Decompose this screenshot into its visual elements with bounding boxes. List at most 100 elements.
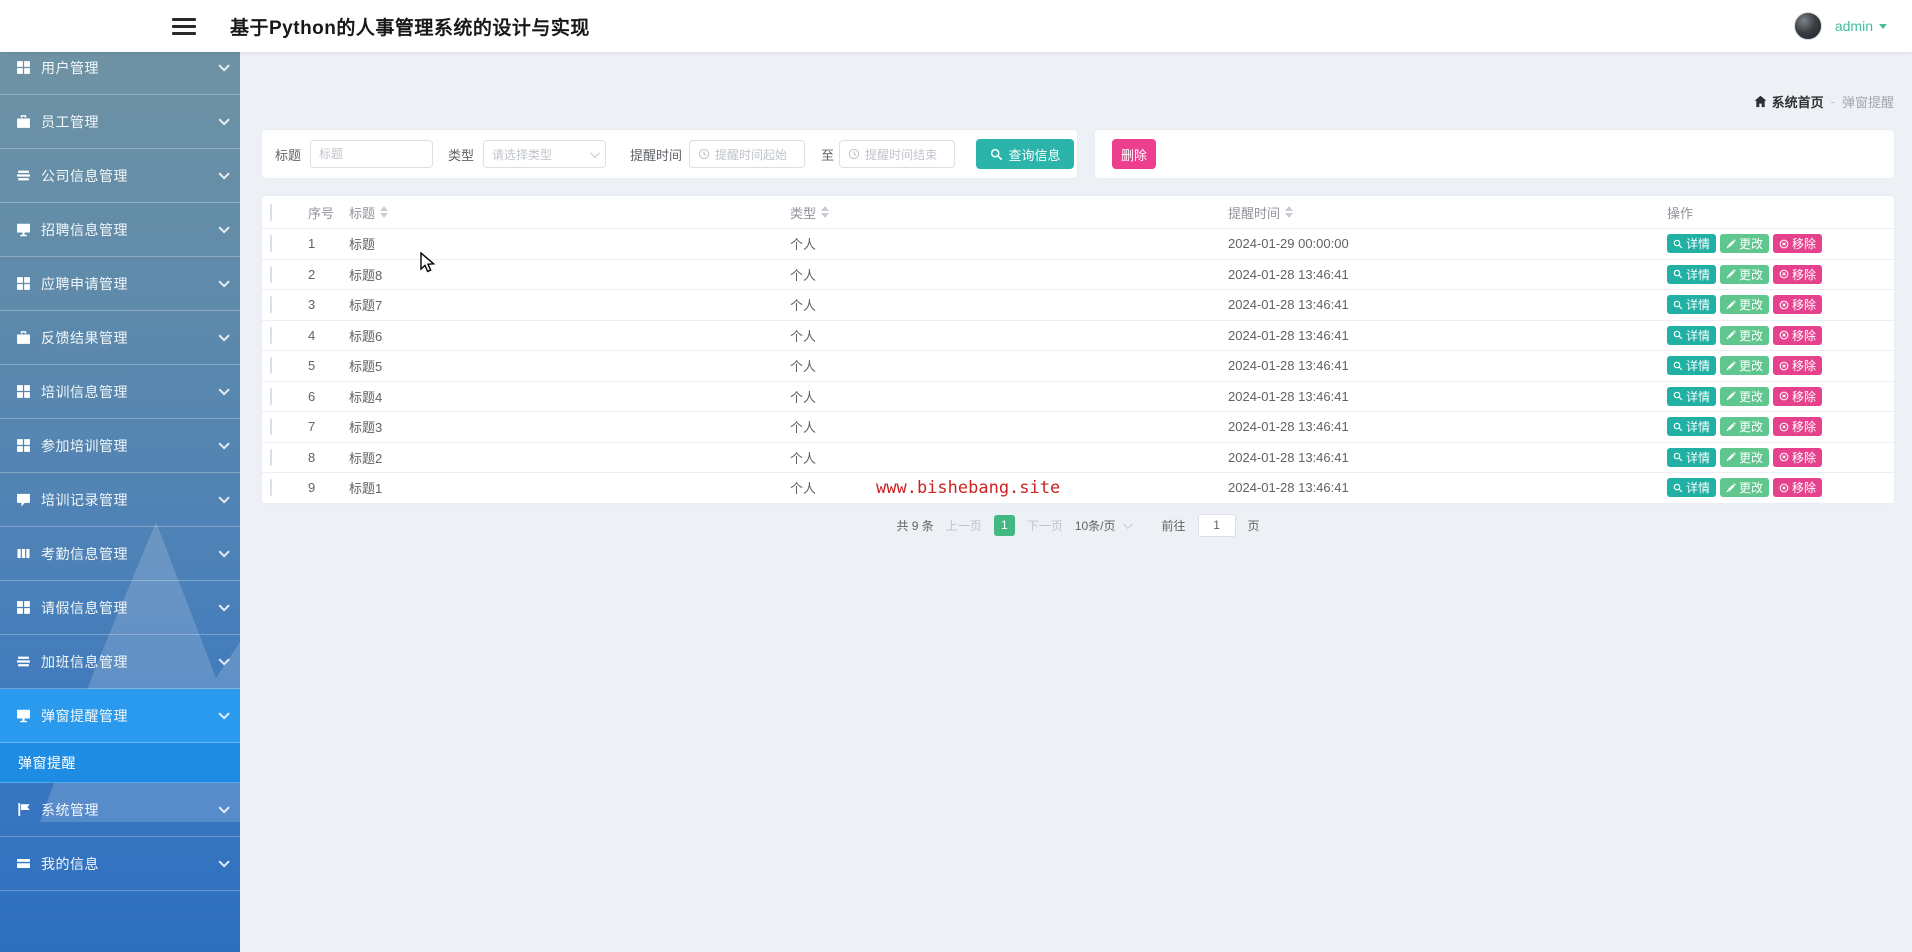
- remove-button[interactable]: 移除: [1773, 478, 1823, 498]
- detail-button[interactable]: 详情: [1667, 264, 1717, 284]
- remove-button[interactable]: 移除: [1773, 417, 1823, 437]
- sort-caret[interactable]: [380, 206, 389, 218]
- sidebar-item-popup-reminder-mgmt[interactable]: 弹窗提醒管理: [0, 689, 240, 743]
- pagination: 共 9 条 上一页 1 下一页 10条/页 前往 页: [262, 512, 1894, 538]
- list-icon: [16, 654, 31, 669]
- time-end-picker[interactable]: 提醒时间结束: [839, 140, 956, 168]
- chevron-down-icon: [218, 221, 230, 234]
- edit-button[interactable]: 更改: [1720, 264, 1770, 284]
- goto-page-input[interactable]: [1197, 513, 1236, 537]
- edit-button[interactable]: 更改: [1720, 478, 1770, 498]
- breadcrumb-home[interactable]: 系统首页: [1772, 92, 1824, 111]
- sidebar-item-feedback-mgmt[interactable]: 反馈结果管理: [0, 311, 240, 365]
- remove-button[interactable]: 移除: [1773, 234, 1823, 254]
- search-icon: [1673, 452, 1683, 462]
- current-page-button[interactable]: 1: [993, 514, 1015, 536]
- table-row: 8 标题2 个人 2024-01-28 13:46:41 详情 更改 移除: [262, 443, 1894, 473]
- sidebar-item-training-info[interactable]: 培训信息管理: [0, 365, 240, 419]
- row-checkbox[interactable]: [270, 235, 272, 253]
- page-size-select[interactable]: 10条/页: [1075, 517, 1133, 534]
- grid-icon: [16, 438, 31, 453]
- username-label[interactable]: admin: [1835, 18, 1873, 34]
- detail-button[interactable]: 详情: [1667, 325, 1717, 345]
- detail-button[interactable]: 详情: [1667, 295, 1717, 315]
- sidebar-item-my-info[interactable]: 我的信息: [0, 837, 240, 891]
- detail-button[interactable]: 详情: [1667, 417, 1717, 437]
- sidebar-subitem-popup-reminder[interactable]: 弹窗提醒: [0, 743, 240, 783]
- user-menu[interactable]: admin: [1793, 12, 1887, 40]
- detail-button[interactable]: 详情: [1667, 234, 1717, 254]
- sidebar-item-system-mgmt[interactable]: 系统管理: [0, 783, 240, 837]
- remove-button[interactable]: 移除: [1773, 447, 1823, 467]
- edit-button[interactable]: 更改: [1720, 386, 1770, 406]
- row-checkbox[interactable]: [270, 418, 272, 436]
- type-filter-select[interactable]: 请选择类型: [483, 140, 607, 168]
- title-filter-input-box[interactable]: [310, 140, 434, 168]
- edit-button[interactable]: 更改: [1720, 234, 1770, 254]
- sort-caret[interactable]: [1285, 206, 1294, 218]
- row-checkbox[interactable]: [270, 296, 272, 314]
- chevron-down-icon: [218, 113, 230, 126]
- pencil-icon: [1726, 361, 1736, 371]
- bulk-action-card: 删除: [1095, 130, 1894, 178]
- delete-button[interactable]: 删除: [1112, 139, 1156, 169]
- remove-button[interactable]: 移除: [1773, 356, 1823, 376]
- sidebar-item-overtime-info[interactable]: 加班信息管理: [0, 635, 240, 689]
- row-checkbox[interactable]: [270, 326, 272, 344]
- search-icon: [990, 148, 1003, 161]
- sidebar-item-training-record[interactable]: 培训记录管理: [0, 473, 240, 527]
- sidebar-item-user-mgmt[interactable]: 用户管理: [0, 52, 240, 95]
- detail-button[interactable]: 详情: [1667, 478, 1717, 498]
- chevron-down-icon: [218, 801, 230, 814]
- avatar[interactable]: [1793, 12, 1822, 40]
- list-icon: [16, 168, 31, 183]
- sidebar-item-attendance-info[interactable]: 考勤信息管理: [0, 527, 240, 581]
- sidebar-item-application-mgmt[interactable]: 应聘申请管理: [0, 257, 240, 311]
- search-button[interactable]: 查询信息: [976, 139, 1075, 169]
- next-page-button[interactable]: 下一页: [1027, 517, 1063, 534]
- edit-button[interactable]: 更改: [1720, 447, 1770, 467]
- chevron-down-icon: [218, 59, 230, 72]
- remove-button[interactable]: 移除: [1773, 295, 1823, 315]
- title-filter-input[interactable]: [319, 147, 425, 161]
- edit-button[interactable]: 更改: [1720, 356, 1770, 376]
- sidebar-item-leave-info[interactable]: 请假信息管理: [0, 581, 240, 635]
- hamburger-icon[interactable]: [172, 17, 196, 35]
- page-title: 基于Python的人事管理系统的设计与实现: [230, 17, 590, 39]
- detail-button[interactable]: 详情: [1667, 447, 1717, 467]
- detail-button[interactable]: 详情: [1667, 356, 1717, 376]
- goto-label: 前往: [1161, 518, 1186, 533]
- edit-button[interactable]: 更改: [1720, 417, 1770, 437]
- remove-button[interactable]: 移除: [1773, 386, 1823, 406]
- pencil-icon: [1726, 391, 1736, 401]
- row-checkbox[interactable]: [270, 448, 272, 466]
- row-checkbox[interactable]: [270, 357, 272, 375]
- sidebar-item-employee-mgmt[interactable]: 员工管理: [0, 95, 240, 149]
- remove-button[interactable]: 移除: [1773, 264, 1823, 284]
- top-header: 基于Python的人事管理系统的设计与实现 admin: [0, 0, 1912, 52]
- page-unit-label: 页: [1247, 518, 1260, 533]
- remove-circle-icon: [1779, 452, 1789, 462]
- table-row: 3 标题7 个人 2024-01-28 13:46:41 详情 更改 移除: [262, 290, 1894, 321]
- sidebar: 用户管理 员工管理 公司信息管理 招聘信息管理 应聘申请管理 反馈结果管理 培训…: [0, 52, 240, 952]
- chevron-down-icon: [218, 329, 230, 342]
- pencil-icon: [1726, 483, 1736, 493]
- time-start-picker[interactable]: 提醒时间起始: [689, 140, 806, 168]
- sort-caret[interactable]: [821, 206, 830, 218]
- remove-button[interactable]: 移除: [1773, 325, 1823, 345]
- edit-button[interactable]: 更改: [1720, 325, 1770, 345]
- edit-button[interactable]: 更改: [1720, 295, 1770, 315]
- remove-circle-icon: [1779, 391, 1789, 401]
- sidebar-item-recruit-info[interactable]: 招聘信息管理: [0, 203, 240, 257]
- prev-page-button[interactable]: 上一页: [946, 517, 982, 534]
- row-checkbox[interactable]: [270, 387, 272, 405]
- pencil-icon: [1726, 300, 1736, 310]
- select-all-checkbox[interactable]: [270, 203, 272, 221]
- row-checkbox[interactable]: [270, 479, 272, 497]
- chevron-down-icon: [218, 383, 230, 396]
- row-checkbox[interactable]: [270, 265, 272, 283]
- sidebar-item-company-info[interactable]: 公司信息管理: [0, 149, 240, 203]
- sidebar-item-join-training[interactable]: 参加培训管理: [0, 419, 240, 473]
- detail-button[interactable]: 详情: [1667, 386, 1717, 406]
- chevron-down-icon: [218, 167, 230, 180]
